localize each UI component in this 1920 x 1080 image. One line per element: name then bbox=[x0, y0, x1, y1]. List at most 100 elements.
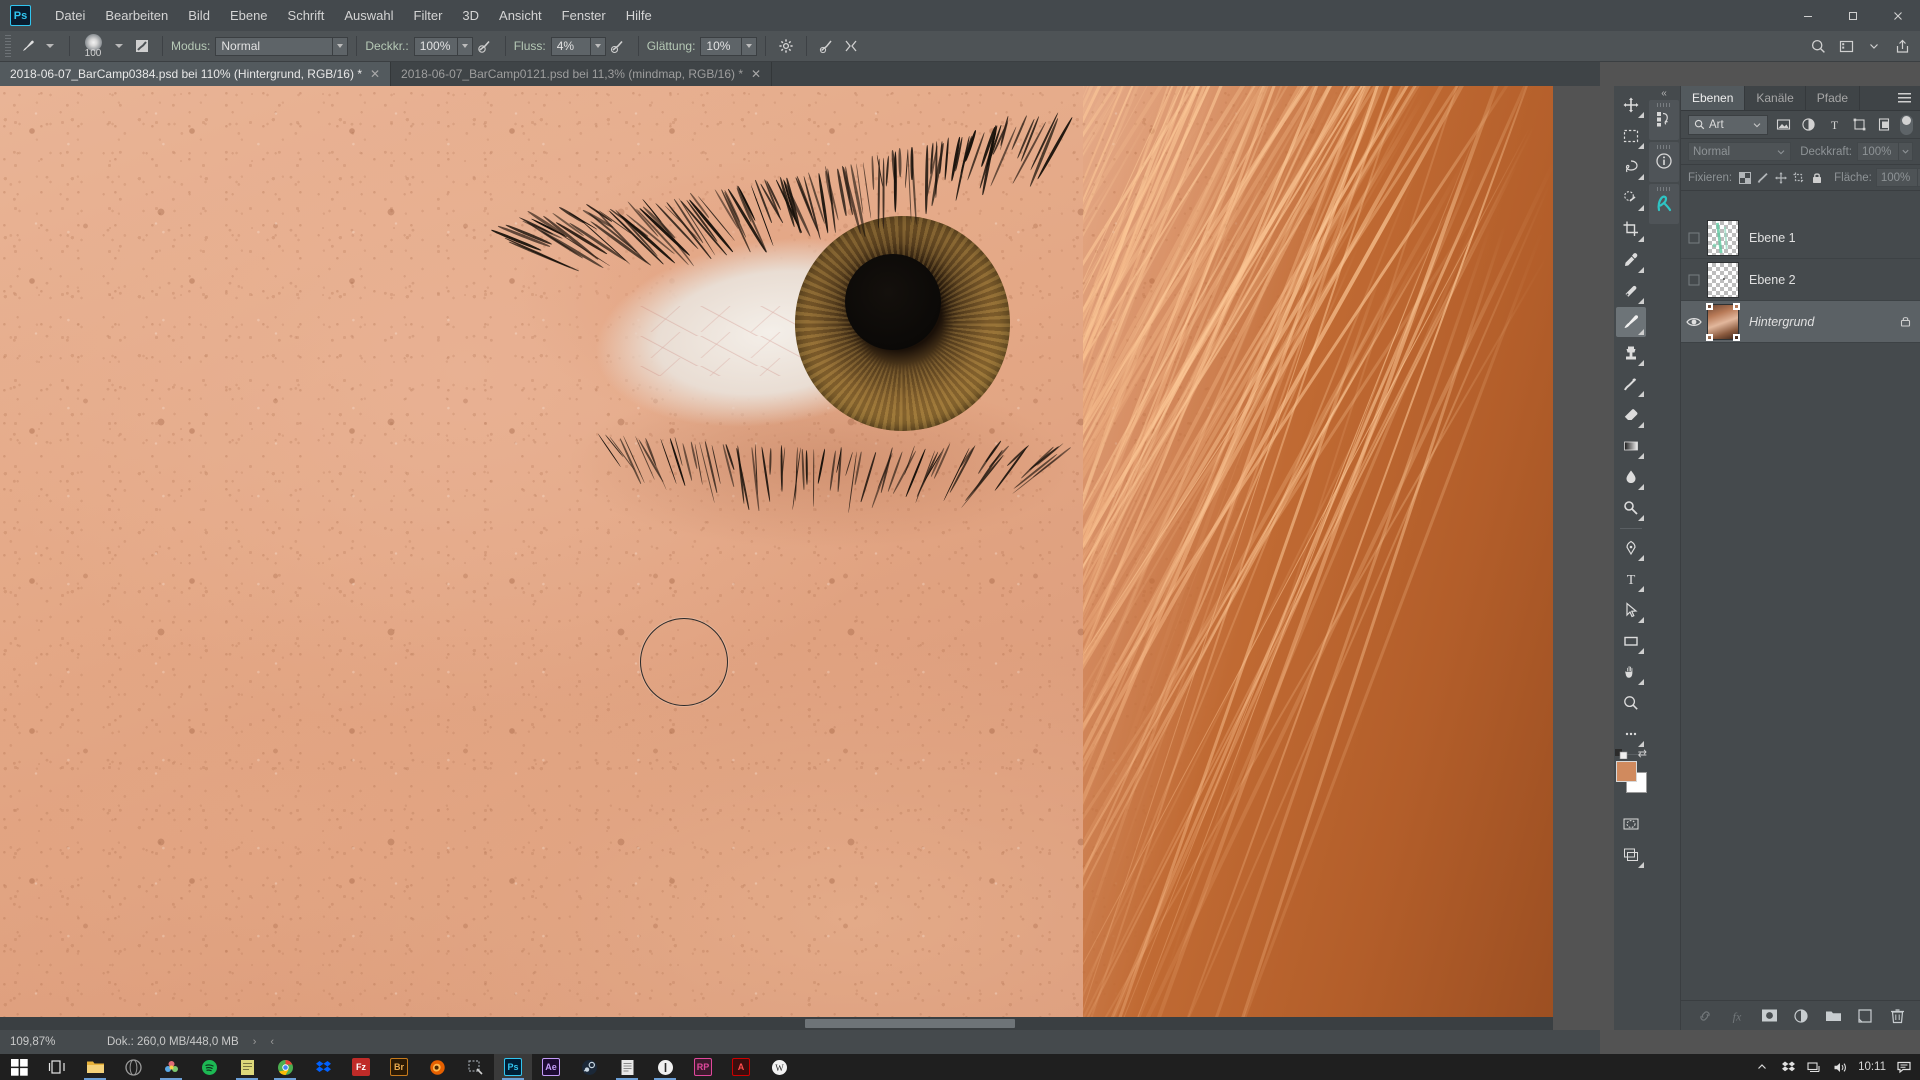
pen-tool[interactable] bbox=[1616, 533, 1646, 563]
quick-mask-icon[interactable] bbox=[1616, 809, 1646, 839]
link-layers-icon[interactable] bbox=[1696, 1007, 1714, 1025]
filezilla-icon[interactable]: Fz bbox=[342, 1054, 380, 1080]
canvas-horizontal-scrollbar[interactable] bbox=[0, 1017, 1553, 1030]
smoothing-input[interactable]: 10% bbox=[700, 37, 742, 56]
photos-icon[interactable] bbox=[152, 1054, 190, 1080]
tray-chevron-up-icon[interactable] bbox=[1754, 1061, 1770, 1073]
rectangle-tool[interactable] bbox=[1616, 626, 1646, 656]
document-tab-close-icon[interactable]: ✕ bbox=[370, 67, 380, 81]
tab-kanaele[interactable]: Kanäle bbox=[1745, 86, 1805, 110]
tablet-pressure-size-icon[interactable] bbox=[815, 34, 839, 58]
flow-input[interactable]: 4% bbox=[551, 37, 591, 56]
layer-fill-value[interactable]: 100% bbox=[1876, 168, 1918, 187]
move-tool[interactable] bbox=[1616, 90, 1646, 120]
bridge-icon[interactable]: Br bbox=[380, 1054, 418, 1080]
dodge-tool[interactable] bbox=[1616, 493, 1646, 523]
brush-tool[interactable] bbox=[1616, 307, 1646, 337]
new-layer-icon[interactable] bbox=[1856, 1007, 1874, 1025]
eraser-tool[interactable] bbox=[1616, 400, 1646, 430]
canvas-horizontal-scroll-thumb[interactable] bbox=[805, 1019, 1015, 1028]
smart-object-filter-icon[interactable] bbox=[1875, 115, 1894, 135]
menu-3d[interactable]: 3D bbox=[452, 0, 489, 31]
search-icon[interactable] bbox=[1806, 34, 1830, 58]
filter-kind-select[interactable]: Art bbox=[1688, 115, 1768, 135]
balsamiq-icon[interactable]: RP bbox=[684, 1054, 722, 1080]
airbrush-icon[interactable] bbox=[606, 34, 630, 58]
table-row[interactable]: Ebene 2 bbox=[1681, 259, 1920, 301]
pixel-filter-icon[interactable] bbox=[1774, 115, 1793, 135]
crop-tool[interactable] bbox=[1616, 214, 1646, 244]
workspace-icon[interactable] bbox=[1834, 34, 1858, 58]
notes-icon[interactable] bbox=[228, 1054, 266, 1080]
gear-icon[interactable] bbox=[774, 34, 798, 58]
dropbox-tray-icon[interactable] bbox=[1780, 1061, 1796, 1074]
options-bar-grip[interactable] bbox=[3, 35, 13, 57]
zoom-level-value[interactable]: 109,87% bbox=[0, 1036, 95, 1048]
swap-colors-icon[interactable]: ⇄ bbox=[1638, 747, 1647, 760]
pressure-opacity-icon[interactable] bbox=[473, 34, 497, 58]
layer-name[interactable]: Ebene 1 bbox=[1749, 231, 1895, 245]
layer-thumbnail[interactable] bbox=[1707, 220, 1739, 256]
quick-selection-tool[interactable] bbox=[1616, 183, 1646, 213]
symmetry-icon[interactable] bbox=[839, 34, 863, 58]
tab-pfade[interactable]: Pfade bbox=[1806, 86, 1860, 110]
delete-layer-icon[interactable] bbox=[1888, 1007, 1906, 1025]
layer-name[interactable]: Hintergrund bbox=[1749, 315, 1895, 329]
browser-icon[interactable] bbox=[114, 1054, 152, 1080]
history-brush-tool[interactable] bbox=[1616, 369, 1646, 399]
layer-visibility-toggle[interactable] bbox=[1681, 231, 1707, 245]
notification-icon[interactable] bbox=[1896, 1061, 1912, 1074]
filter-toggle-switch[interactable] bbox=[1900, 115, 1913, 135]
word-app-icon[interactable]: W bbox=[760, 1054, 798, 1080]
notepad-icon[interactable] bbox=[608, 1054, 646, 1080]
menu-ebene[interactable]: Ebene bbox=[220, 0, 278, 31]
zoom-tool[interactable] bbox=[1616, 688, 1646, 718]
panel-menu-button[interactable] bbox=[1889, 86, 1920, 110]
history-panel-icon[interactable] bbox=[1649, 100, 1679, 140]
dropbox-icon[interactable] bbox=[304, 1054, 342, 1080]
layer-thumbnail[interactable] bbox=[1707, 304, 1739, 340]
file-explorer-icon[interactable] bbox=[76, 1054, 114, 1080]
table-row[interactable]: Hintergrund bbox=[1681, 301, 1920, 343]
acrobat-icon[interactable]: A bbox=[722, 1054, 760, 1080]
screen-mode-icon[interactable] bbox=[1616, 840, 1646, 870]
start-button[interactable] bbox=[0, 1054, 38, 1080]
minimize-button[interactable] bbox=[1785, 0, 1830, 31]
flow-chevron-icon[interactable] bbox=[591, 37, 606, 56]
canvas-area[interactable] bbox=[0, 86, 1553, 1030]
menu-datei[interactable]: Datei bbox=[45, 0, 95, 31]
photoshop-icon[interactable]: Ps bbox=[494, 1054, 532, 1080]
steam-icon[interactable] bbox=[570, 1054, 608, 1080]
menu-bild[interactable]: Bild bbox=[178, 0, 220, 31]
gradient-tool[interactable] bbox=[1616, 431, 1646, 461]
task-view-button[interactable] bbox=[38, 1054, 76, 1080]
smoothing-chevron-icon[interactable] bbox=[742, 37, 757, 56]
layer-style-fx-icon[interactable]: fx bbox=[1728, 1007, 1746, 1025]
share-icon[interactable] bbox=[1890, 34, 1914, 58]
layer-visibility-toggle[interactable] bbox=[1681, 273, 1707, 287]
opacity-input[interactable]: 100% bbox=[414, 37, 458, 56]
lock-artboard-icon[interactable] bbox=[1792, 168, 1806, 187]
shape-filter-icon[interactable] bbox=[1850, 115, 1869, 135]
close-button[interactable] bbox=[1875, 0, 1920, 31]
type-filter-icon[interactable]: T bbox=[1824, 115, 1843, 135]
brush-preset-chevron-icon[interactable] bbox=[46, 44, 54, 48]
lock-transparency-icon[interactable] bbox=[1738, 168, 1752, 187]
healing-brush-tool[interactable] bbox=[1616, 276, 1646, 306]
menu-bearbeiten[interactable]: Bearbeiten bbox=[95, 0, 178, 31]
lock-image-icon[interactable] bbox=[1756, 168, 1770, 187]
snipping-tool-icon[interactable] bbox=[456, 1054, 494, 1080]
menu-schrift[interactable]: Schrift bbox=[278, 0, 335, 31]
eyedropper-tool[interactable] bbox=[1616, 245, 1646, 275]
layer-mask-icon[interactable] bbox=[1760, 1007, 1778, 1025]
info-app-icon[interactable] bbox=[646, 1054, 684, 1080]
clock[interactable]: 10:11 bbox=[1858, 1061, 1886, 1073]
chrome-icon[interactable] bbox=[266, 1054, 304, 1080]
marquee-tool[interactable] bbox=[1616, 121, 1646, 151]
layer-opacity-value[interactable]: 100% bbox=[1857, 142, 1899, 161]
tab-ebenen[interactable]: Ebenen bbox=[1681, 86, 1745, 110]
menu-filter[interactable]: Filter bbox=[404, 0, 453, 31]
default-colors-icon[interactable] bbox=[1615, 748, 1628, 758]
layer-thumbnail[interactable] bbox=[1707, 262, 1739, 298]
document-tab-secondary[interactable]: 2018-06-07_BarCamp0121.psd bei 11,3% (mi… bbox=[391, 62, 772, 86]
